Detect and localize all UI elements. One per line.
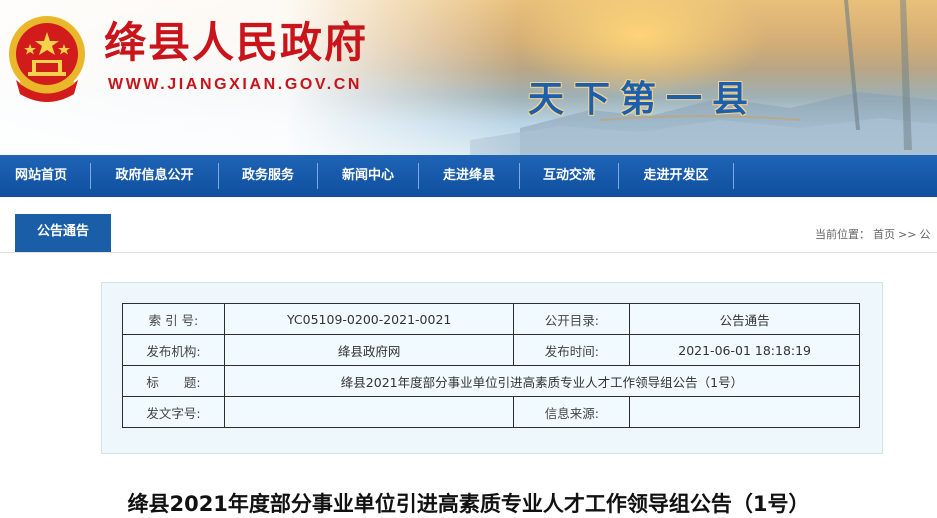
source-label: 信息来源: <box>513 396 631 428</box>
nav-item-services[interactable]: 政务服务 <box>219 155 317 197</box>
document-info-table: 索 引 号: YC05109-0200-2021-0021 公开目录: 公告通告… <box>122 303 861 428</box>
date-value: 2021-06-01 18:18:19 <box>629 334 860 366</box>
article-headline: 绛县2021年度部分事业单位引进高素质专业人才工作领导组公告（1号） <box>127 492 810 516</box>
date-label: 发布时间: <box>513 334 631 366</box>
breadcrumb-current[interactable]: 公 <box>919 228 930 241</box>
main-nav: 网站首页 政府信息公开 政务服务 新闻中心 走进绛县 互动交流 走进开发区 <box>0 155 937 197</box>
breadcrumb-prefix: 当前位置： <box>815 228 870 241</box>
nav-item-home[interactable]: 网站首页 <box>0 155 82 197</box>
site-url: WWW.JIANGXIAN.GOV.CN <box>108 76 363 93</box>
docno-value <box>223 396 515 428</box>
site-title: 绛县人民政府 <box>104 18 369 67</box>
national-emblem-icon <box>9 16 85 102</box>
catalog-label: 公开目录: <box>513 303 631 335</box>
title-value: 绛县2021年度部分事业单位引进高素质专业人才工作领导组公告（1号） <box>223 365 861 397</box>
nav-divider <box>733 163 734 189</box>
index-value: YC05109-0200-2021-0021 <box>223 303 515 335</box>
nav-item-interaction[interactable]: 互动交流 <box>520 155 618 197</box>
nav-item-news[interactable]: 新闻中心 <box>318 155 418 197</box>
nav-item-gov-info[interactable]: 政府信息公开 <box>91 155 218 197</box>
section-tab-announcements[interactable]: 公告通告 <box>15 214 111 252</box>
source-value <box>629 396 860 428</box>
breadcrumb: 当前位置： 首页 >> 公 <box>815 226 933 242</box>
publisher-label: 发布机构: <box>122 334 225 366</box>
title-label: 标 题: <box>122 365 225 397</box>
docno-label: 发文字号: <box>122 396 225 428</box>
catalog-value: 公告通告 <box>629 303 860 335</box>
table-row: 标 题: 绛县2021年度部分事业单位引进高素质专业人才工作领导组公告（1号） <box>122 365 861 397</box>
table-row: 发文字号: 信息来源: <box>122 396 860 428</box>
document-info-panel: 索 引 号: YC05109-0200-2021-0021 公开目录: 公告通告… <box>101 282 883 454</box>
breadcrumb-separator: >> <box>898 228 917 241</box>
nav-item-dev-zone[interactable]: 走进开发区 <box>619 155 733 197</box>
index-label: 索 引 号: <box>122 303 225 335</box>
section-bar: 公告通告 当前位置： 首页 >> 公 <box>0 214 937 253</box>
nav-item-about-county[interactable]: 走进绛县 <box>419 155 519 197</box>
table-row: 索 引 号: YC05109-0200-2021-0021 公开目录: 公告通告 <box>122 303 860 335</box>
publisher-value: 绛县政府网 <box>223 334 515 366</box>
header-banner: 绛县人民政府 WWW.JIANGXIAN.GOV.CN 天下第一县 <box>0 0 937 155</box>
table-row: 发布机构: 绛县政府网 发布时间: 2021-06-01 18:18:19 <box>122 334 860 366</box>
breadcrumb-home-link[interactable]: 首页 <box>873 228 895 241</box>
slogan: 天下第一县 <box>528 78 759 120</box>
